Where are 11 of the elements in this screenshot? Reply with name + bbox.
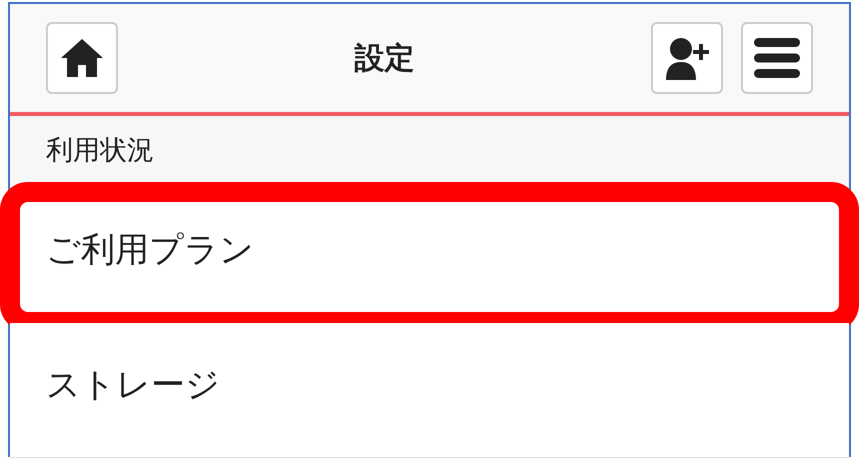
item-label: ストレージ — [46, 364, 220, 406]
home-button[interactable] — [46, 22, 118, 94]
add-user-icon — [664, 36, 710, 80]
menu-button[interactable] — [741, 22, 813, 94]
section-title: 利用状況 — [46, 134, 154, 168]
home-icon — [61, 39, 103, 77]
item-label: ご利用プラン — [46, 228, 254, 272]
menu-icon — [754, 38, 800, 78]
page-title: 設定 — [353, 40, 416, 78]
add-user-button[interactable] — [651, 22, 723, 94]
settings-item[interactable]: ストレージ — [10, 323, 849, 458]
